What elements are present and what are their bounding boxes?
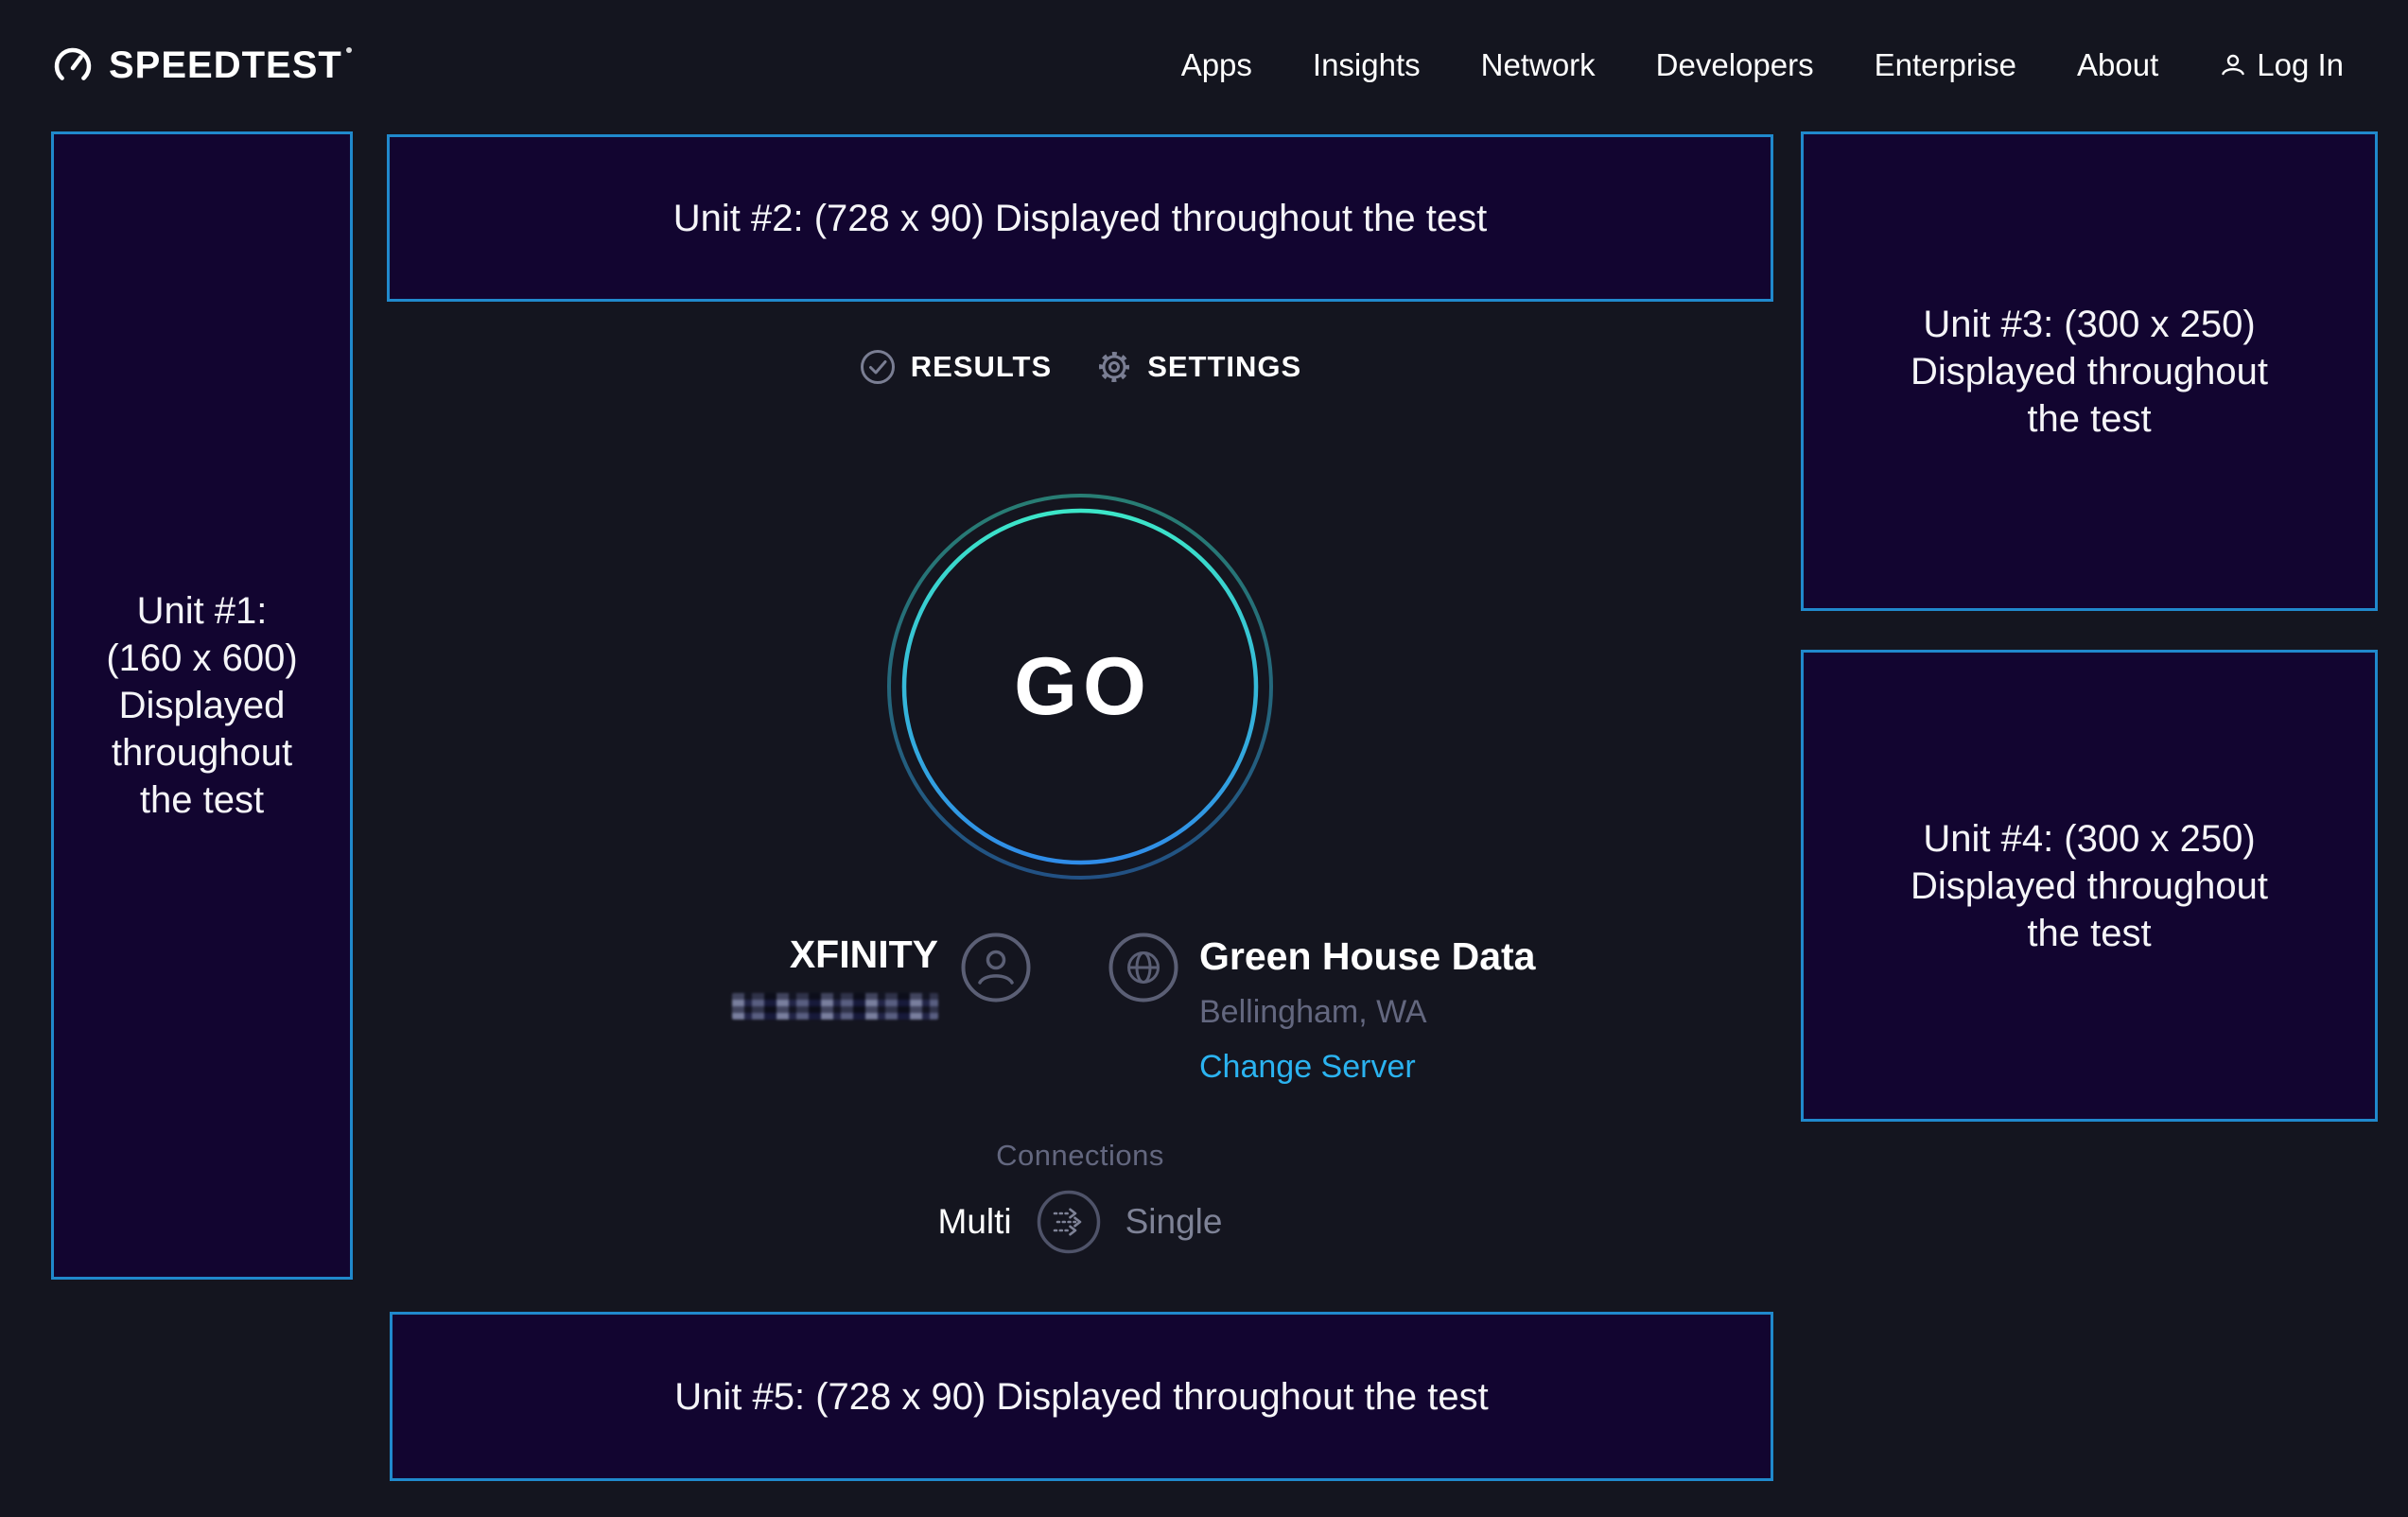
user-icon [2219, 51, 2247, 79]
ad-unit-1-text: Unit #1: (160 x 600) Displayed throughou… [106, 587, 297, 824]
top-nav: Apps Insights Network Developers Enterpr… [1181, 0, 2344, 131]
gear-icon [1095, 348, 1133, 386]
provider-info: XFINITY [728, 931, 1031, 1020]
connections-toggle-row: Multi Single [387, 1184, 1773, 1260]
check-circle-icon [859, 348, 897, 386]
globe-circle-icon [1108, 933, 1178, 1086]
ad-unit-5-text: Unit #5: (728 x 90) Displayed throughout… [674, 1373, 1489, 1421]
go-button-label: GO [885, 492, 1275, 881]
go-button[interactable]: GO [885, 492, 1275, 881]
connections-toggle-button[interactable] [1037, 1190, 1101, 1254]
ad-unit-5-leaderboard[interactable]: Unit #5: (728 x 90) Displayed throughout… [390, 1312, 1773, 1481]
ad-unit-3-rectangle[interactable]: Unit #3: (300 x 250) Displayed throughou… [1801, 131, 2378, 611]
logo-wordmark: SPEEDTEST [109, 44, 352, 87]
nav-item-about[interactable]: About [2077, 47, 2158, 83]
connections-option-multi[interactable]: Multi [938, 1202, 1012, 1242]
change-server-link[interactable]: Change Server [1199, 1049, 1535, 1086]
trademark-mark [346, 47, 352, 53]
ad-unit-1-skyscraper[interactable]: Unit #1: (160 x 600) Displayed throughou… [51, 131, 353, 1280]
nav-item-developers[interactable]: Developers [1656, 47, 1814, 83]
nav-item-insights[interactable]: Insights [1313, 47, 1421, 83]
ad-unit-4-rectangle[interactable]: Unit #4: (300 x 250) Displayed throughou… [1801, 650, 2378, 1122]
connections-label: Connections [387, 1139, 1773, 1173]
server-location: Bellingham, WA [1199, 994, 1535, 1031]
results-settings-tabs: RESULTS SETTINGS [387, 340, 1773, 393]
nav-item-network[interactable]: Network [1481, 47, 1596, 83]
connections-option-single[interactable]: Single [1125, 1202, 1223, 1242]
provider-ip-redacted [732, 993, 938, 1020]
ad-unit-2-text: Unit #2: (728 x 90) Displayed throughout… [673, 195, 1488, 242]
ad-unit-3-text: Unit #3: (300 x 250) Displayed throughou… [1911, 301, 2268, 443]
login-button[interactable]: Log In [2219, 47, 2344, 83]
server-name: Green House Data [1199, 934, 1535, 979]
server-info: Green House Data Bellingham, WA Change S… [1108, 931, 1535, 1086]
provider-name: XFINITY [790, 933, 938, 977]
user-circle-icon [961, 933, 1031, 1020]
nav-item-apps[interactable]: Apps [1181, 47, 1252, 83]
speedtest-logo[interactable]: SPEEDTEST [52, 34, 352, 96]
multi-connection-icon [1037, 1190, 1101, 1254]
nav-item-enterprise[interactable]: Enterprise [1875, 47, 2016, 83]
ad-unit-2-leaderboard[interactable]: Unit #2: (728 x 90) Displayed throughout… [387, 134, 1773, 302]
speedtest-gauge-icon [52, 44, 94, 86]
ad-unit-4-text: Unit #4: (300 x 250) Displayed throughou… [1911, 815, 2268, 957]
tab-results[interactable]: RESULTS [859, 348, 1052, 386]
tab-settings[interactable]: SETTINGS [1095, 348, 1301, 386]
